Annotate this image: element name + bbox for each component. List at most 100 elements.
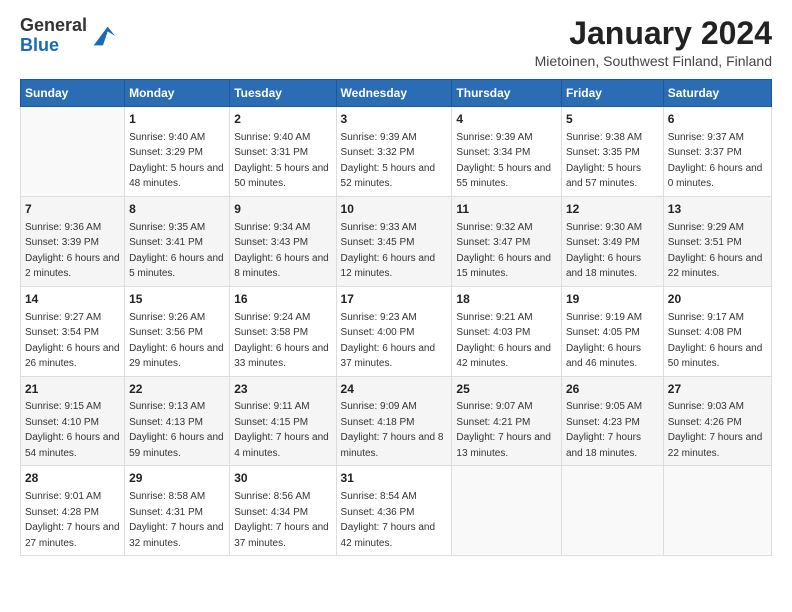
day-info: Sunrise: 8:58 AMSunset: 4:31 PMDaylight:… [129,491,224,549]
title-section: January 2024 Mietoinen, Southwest Finlan… [535,16,772,69]
day-number: 29 [129,470,225,487]
day-cell-30: 30 Sunrise: 8:56 AMSunset: 4:34 PMDayligh… [230,466,336,556]
day-cell-12: 12 Sunrise: 9:30 AMSunset: 3:49 PMDayligh… [561,196,663,286]
day-info: Sunrise: 9:30 AMSunset: 3:49 PMDaylight:… [566,222,642,280]
day-cell-empty [21,107,125,197]
day-cell-8: 8 Sunrise: 9:35 AMSunset: 3:41 PMDaylight… [125,196,230,286]
day-number: 10 [341,201,448,218]
day-cell-2: 2Sunrise: 9:40 AMSunset: 3:31 PMDaylight… [230,107,336,197]
day-number: 15 [129,291,225,308]
day-cell-11: 11 Sunrise: 9:32 AMSunset: 3:47 PMDayligh… [452,196,562,286]
calendar-header: SundayMondayTuesdayWednesdayThursdayFrid… [21,80,772,107]
day-info: Sunrise: 9:24 AMSunset: 3:58 PMDaylight:… [234,312,329,370]
day-info: Sunrise: 9:03 AMSunset: 4:26 PMDaylight:… [668,401,763,459]
day-number: 28 [25,470,120,487]
day-info: Sunrise: 9:13 AMSunset: 4:13 PMDaylight:… [129,401,224,459]
header-day-friday: Friday [561,80,663,107]
day-info: Sunrise: 9:11 AMSunset: 4:15 PMDaylight:… [234,401,329,459]
location: Mietoinen, Southwest Finland, Finland [535,53,772,69]
day-info: Sunrise: 9:07 AMSunset: 4:21 PMDaylight:… [456,401,551,459]
day-number: 18 [456,291,557,308]
day-cell-13: 13Sunrise: 9:29 AMSunset: 3:51 PMDayligh… [663,196,771,286]
day-number: 26 [566,381,659,398]
day-number: 6 [668,111,767,128]
day-info: Sunrise: 9:21 AMSunset: 4:03 PMDaylight:… [456,312,551,370]
day-info: Sunrise: 8:56 AMSunset: 4:34 PMDaylight:… [234,491,329,549]
day-info: Sunrise: 9:05 AMSunset: 4:23 PMDaylight:… [566,401,642,459]
week-row-2: 14 Sunrise: 9:27 AMSunset: 3:54 PMDayligh… [21,286,772,376]
day-info: Sunrise: 9:19 AMSunset: 4:05 PMDaylight:… [566,312,642,370]
header-day-thursday: Thursday [452,80,562,107]
day-info: Sunrise: 9:39 AMSunset: 3:34 PMDaylight:… [456,132,551,190]
day-number: 11 [456,201,557,218]
day-number: 3 [341,111,448,128]
logo: General Blue [20,16,117,56]
day-cell-16: 16 Sunrise: 9:24 AMSunset: 3:58 PMDayligh… [230,286,336,376]
day-info: Sunrise: 9:36 AMSunset: 3:39 PMDaylight:… [25,222,120,280]
calendar-table: SundayMondayTuesdayWednesdayThursdayFrid… [20,79,772,556]
day-number: 31 [341,470,448,487]
day-number: 12 [566,201,659,218]
day-number: 4 [456,111,557,128]
logo-blue: Blue [20,35,59,55]
day-number: 21 [25,381,120,398]
day-cell-4: 4 Sunrise: 9:39 AMSunset: 3:34 PMDaylight… [452,107,562,197]
day-info: Sunrise: 9:23 AMSunset: 4:00 PMDaylight:… [341,312,436,370]
day-number: 1 [129,111,225,128]
header-day-saturday: Saturday [663,80,771,107]
day-number: 25 [456,381,557,398]
day-number: 24 [341,381,448,398]
day-number: 22 [129,381,225,398]
week-row-0: 1 Sunrise: 9:40 AMSunset: 3:29 PMDaylight… [21,107,772,197]
day-info: Sunrise: 9:32 AMSunset: 3:47 PMDaylight:… [456,222,551,280]
day-info: Sunrise: 9:40 AMSunset: 3:29 PMDaylight:… [129,132,224,190]
logo-general: General [20,15,87,35]
header-day-tuesday: Tuesday [230,80,336,107]
day-number: 20 [668,291,767,308]
day-cell-23: 23 Sunrise: 9:11 AMSunset: 4:15 PMDayligh… [230,376,336,466]
day-number: 16 [234,291,331,308]
day-number: 23 [234,381,331,398]
header-row: SundayMondayTuesdayWednesdayThursdayFrid… [21,80,772,107]
day-info: Sunrise: 8:54 AMSunset: 4:36 PMDaylight:… [341,491,436,549]
day-number: 27 [668,381,767,398]
day-info: Sunrise: 9:35 AMSunset: 3:41 PMDaylight:… [129,222,224,280]
header-day-monday: Monday [125,80,230,107]
day-info: Sunrise: 9:37 AMSunset: 3:37 PMDaylight:… [668,132,763,190]
month-title: January 2024 [535,16,772,51]
day-info: Sunrise: 9:33 AMSunset: 3:45 PMDaylight:… [341,222,436,280]
day-number: 14 [25,291,120,308]
day-info: Sunrise: 9:15 AMSunset: 4:10 PMDaylight:… [25,401,120,459]
day-cell-14: 14 Sunrise: 9:27 AMSunset: 3:54 PMDayligh… [21,286,125,376]
header-day-sunday: Sunday [21,80,125,107]
day-cell-empty [663,466,771,556]
day-info: Sunrise: 9:34 AMSunset: 3:43 PMDaylight:… [234,222,329,280]
day-cell-28: 28Sunrise: 9:01 AMSunset: 4:28 PMDayligh… [21,466,125,556]
day-number: 2 [234,111,331,128]
day-info: Sunrise: 9:38 AMSunset: 3:35 PMDaylight:… [566,132,642,190]
day-number: 30 [234,470,331,487]
day-number: 5 [566,111,659,128]
day-cell-empty [561,466,663,556]
logo-icon [89,22,117,50]
day-cell-7: 7Sunrise: 9:36 AMSunset: 3:39 PMDaylight… [21,196,125,286]
day-cell-29: 29 Sunrise: 8:58 AMSunset: 4:31 PMDayligh… [125,466,230,556]
day-info: Sunrise: 9:27 AMSunset: 3:54 PMDaylight:… [25,312,120,370]
day-number: 19 [566,291,659,308]
day-cell-3: 3Sunrise: 9:39 AMSunset: 3:32 PMDaylight… [336,107,452,197]
day-cell-18: 18 Sunrise: 9:21 AMSunset: 4:03 PMDayligh… [452,286,562,376]
day-number: 17 [341,291,448,308]
day-cell-9: 9Sunrise: 9:34 AMSunset: 3:43 PMDaylight… [230,196,336,286]
day-cell-5: 5 Sunrise: 9:38 AMSunset: 3:35 PMDaylight… [561,107,663,197]
day-cell-25: 25 Sunrise: 9:07 AMSunset: 4:21 PMDayligh… [452,376,562,466]
day-cell-empty [452,466,562,556]
day-cell-31: 31 Sunrise: 8:54 AMSunset: 4:36 PMDayligh… [336,466,452,556]
day-cell-17: 17 Sunrise: 9:23 AMSunset: 4:00 PMDayligh… [336,286,452,376]
day-number: 8 [129,201,225,218]
calendar-body: 1 Sunrise: 9:40 AMSunset: 3:29 PMDaylight… [21,107,772,556]
header-day-wednesday: Wednesday [336,80,452,107]
week-row-1: 7Sunrise: 9:36 AMSunset: 3:39 PMDaylight… [21,196,772,286]
week-row-4: 28Sunrise: 9:01 AMSunset: 4:28 PMDayligh… [21,466,772,556]
day-cell-26: 26 Sunrise: 9:05 AMSunset: 4:23 PMDayligh… [561,376,663,466]
day-cell-20: 20Sunrise: 9:17 AMSunset: 4:08 PMDayligh… [663,286,771,376]
